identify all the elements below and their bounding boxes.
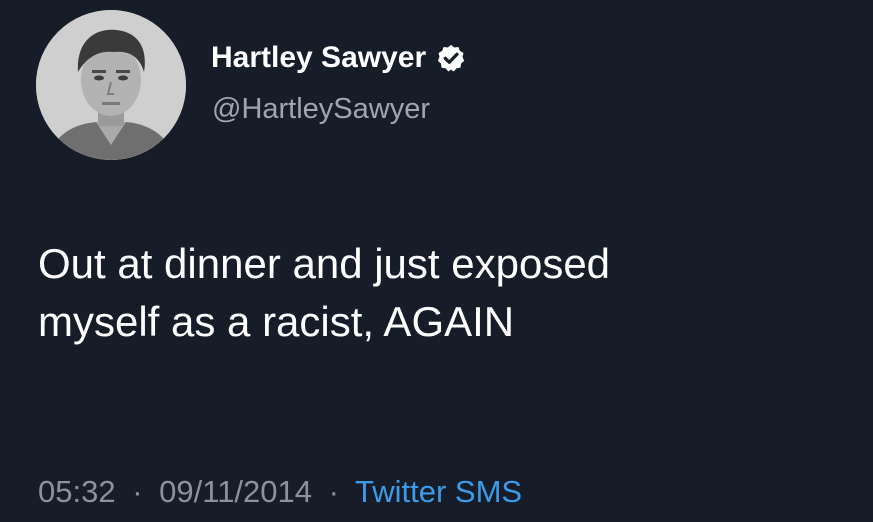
meta-separator: · [328, 474, 339, 509]
tweet-text: Out at dinner and just exposed myself as… [38, 235, 858, 351]
tweet-source-link[interactable]: Twitter SMS [355, 474, 522, 509]
tweet-text-line: myself as a racist, AGAIN [38, 298, 515, 345]
verified-badge-icon [436, 43, 466, 73]
author-display-name[interactable]: Hartley Sawyer [211, 40, 426, 76]
author-name-row[interactable]: Hartley Sawyer [211, 40, 466, 76]
tweet-time[interactable]: 05:32 [38, 474, 116, 509]
tweet-card: Hartley Sawyer @HartleySawyer Out at din… [0, 0, 873, 522]
avatar-photo-icon [36, 10, 186, 160]
meta-separator: · [132, 474, 143, 509]
author-handle[interactable]: @HartleySawyer [212, 92, 430, 126]
avatar[interactable] [36, 10, 186, 160]
tweet-text-line: Out at dinner and just exposed [38, 240, 611, 287]
tweet-meta: 05:32 · 09/11/2014 · Twitter SMS [38, 473, 522, 511]
tweet-date[interactable]: 09/11/2014 [159, 474, 312, 509]
